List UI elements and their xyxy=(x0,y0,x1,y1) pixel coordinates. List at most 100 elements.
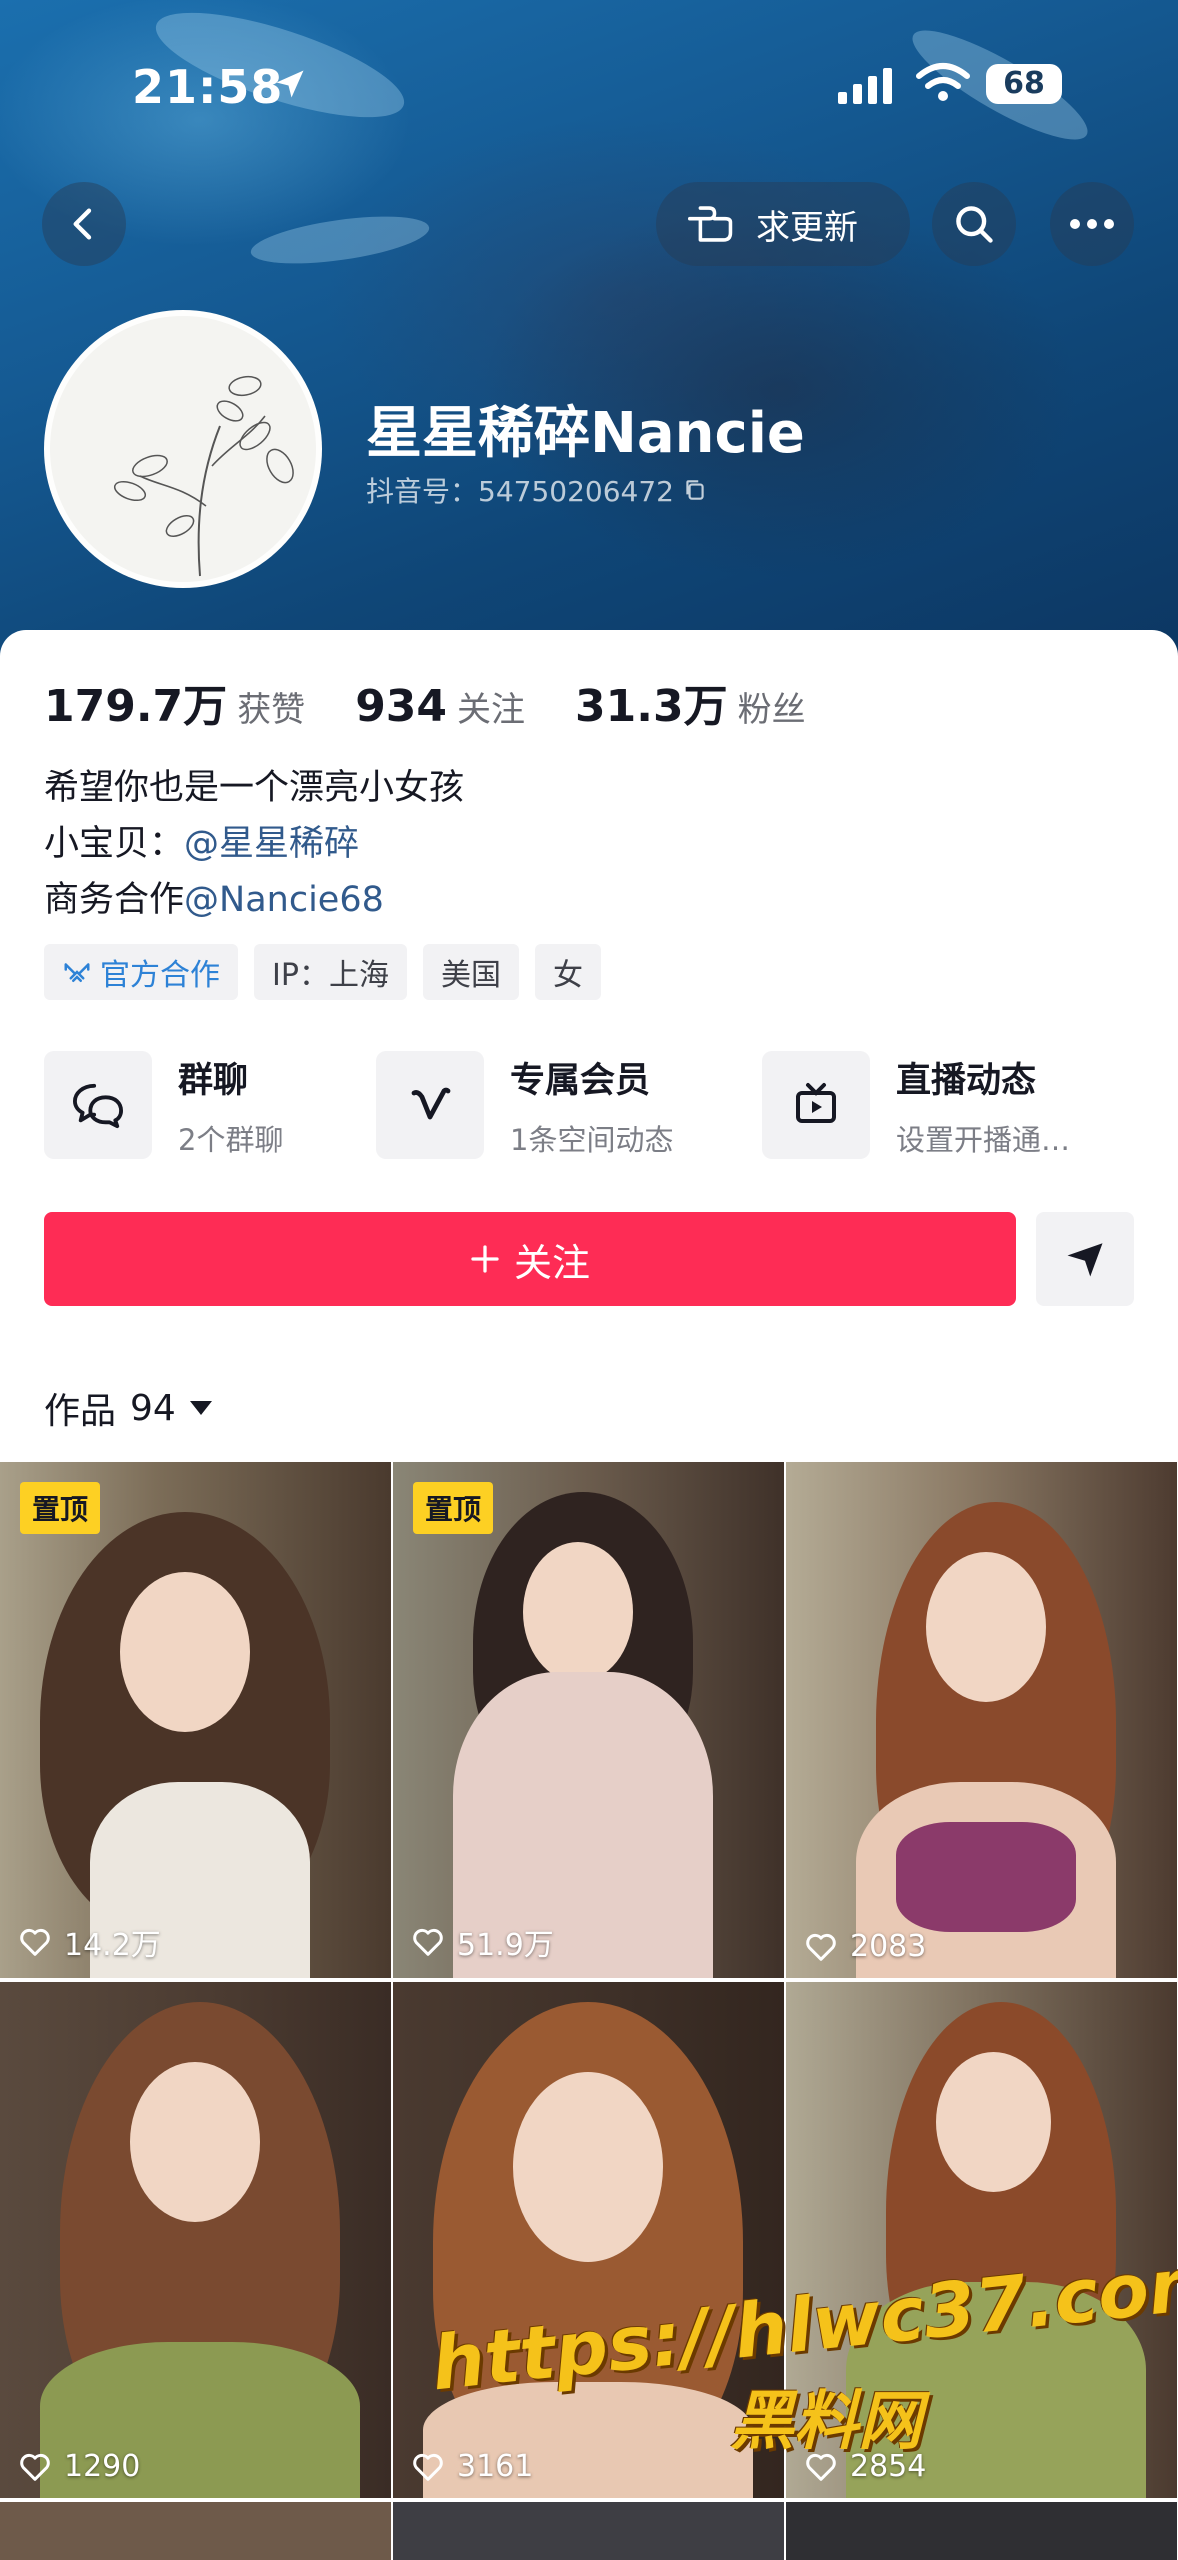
copy-icon[interactable] xyxy=(682,477,708,503)
chevron-left-icon xyxy=(73,208,92,240)
pinned-badge: 置顶 xyxy=(413,1482,494,1534)
douyin-id-text: 抖音号：54750206472 xyxy=(366,475,674,508)
profile-features: 群聊 2个群聊 专属会员 1条空间动态 直播动态 设置开播通… xyxy=(44,1050,1144,1160)
heart-icon xyxy=(806,2453,836,2481)
feature-subtitle: 1条空间动态 xyxy=(510,1122,674,1157)
like-count-text: 51.9万 xyxy=(457,1928,554,1963)
video-tile[interactable]: 1290 xyxy=(0,1982,391,2498)
video-grid: 置顶 14.2万 置顶 51.9万 2083 1290 3161 2854 xyxy=(0,1462,1178,2560)
stat-label: 关注 xyxy=(457,690,526,730)
feature-text: 直播动态 设置开播通… xyxy=(896,1052,1070,1159)
feature-vip-member[interactable]: 专属会员 1条空间动态 xyxy=(376,1050,673,1160)
like-count: 3161 xyxy=(411,2449,533,2484)
pointing-hand-icon xyxy=(688,206,733,242)
feature-subtitle: 2个群聊 xyxy=(178,1122,284,1157)
heart-icon xyxy=(20,1928,50,1956)
bio-text: 商务合作 xyxy=(44,880,185,920)
heart-icon xyxy=(20,2453,50,2481)
follow-button[interactable]: 关注 xyxy=(44,1212,1016,1306)
request-update-label: 求更新 xyxy=(756,207,858,248)
search-icon xyxy=(956,206,993,243)
group-chat-icon xyxy=(44,1051,152,1159)
like-count-text: 1290 xyxy=(64,2449,141,2484)
video-tile[interactable] xyxy=(393,2502,784,2560)
like-count: 14.2万 xyxy=(18,1920,161,1964)
video-tile[interactable]: 2083 xyxy=(786,1462,1177,1978)
like-count-text: 14.2万 xyxy=(64,1928,161,1963)
tag-ip-location: IP：上海 xyxy=(254,944,407,1000)
tag-label: 女 xyxy=(552,958,583,993)
bio-line: 商务合作@Nancie68 xyxy=(44,872,464,928)
tag-label: 美国 xyxy=(440,958,501,993)
video-tile[interactable]: 置顶 14.2万 xyxy=(0,1462,391,1978)
profile-bio: 希望你也是一个漂亮小女孩 小宝贝：@星星稀碎 商务合作@Nancie68 xyxy=(44,760,464,928)
status-time: 21:58 xyxy=(132,60,284,114)
douyin-id[interactable]: 抖音号：54750206472 xyxy=(366,470,708,510)
stat-value: 179.7万 xyxy=(44,681,228,732)
send-icon xyxy=(1067,1243,1103,1277)
feature-group-chat[interactable]: 群聊 2个群聊 xyxy=(44,1050,283,1160)
stat-label: 粉丝 xyxy=(737,690,806,730)
pinned-badge: 置顶 xyxy=(20,1482,101,1534)
like-count: 1290 xyxy=(18,2449,140,2484)
works-count: 94 xyxy=(130,1387,176,1429)
feature-text: 群聊 2个群聊 xyxy=(178,1052,283,1159)
mention-link[interactable]: @星星稀碎 xyxy=(184,824,359,864)
feature-title: 专属会员 xyxy=(510,1060,651,1101)
stat-likes[interactable]: 179.7万 获赞 xyxy=(44,670,305,734)
stat-value: 934 xyxy=(355,681,448,732)
feature-live-updates[interactable]: 直播动态 设置开播通… xyxy=(762,1050,1070,1160)
like-count: 2083 xyxy=(804,1929,926,1964)
search-button[interactable] xyxy=(932,182,1016,266)
back-button[interactable] xyxy=(42,182,126,266)
profile-stats: 179.7万 获赞 934 关注 31.3万 粉丝 xyxy=(44,670,806,734)
request-update-button[interactable]: 求更新 xyxy=(656,182,910,266)
avatar[interactable] xyxy=(44,310,322,588)
feature-text: 专属会员 1条空间动态 xyxy=(510,1052,673,1159)
like-count: 2854 xyxy=(804,2449,926,2484)
tag-official-partner[interactable]: 官方合作 xyxy=(44,944,238,1000)
profile-nickname: 星星稀碎Nancie xyxy=(366,401,805,466)
profile-info-card: 179.7万 获赞 934 关注 31.3万 粉丝 希望你也是一个漂亮小女孩 小… xyxy=(0,630,1178,1460)
wifi-icon xyxy=(916,63,970,101)
cellular-signal-icon xyxy=(838,68,892,104)
video-tile[interactable]: 3161 xyxy=(393,1982,784,2498)
like-count-text: 2083 xyxy=(850,1929,927,1964)
location-arrow-icon xyxy=(276,70,304,98)
plus-icon xyxy=(471,1245,499,1273)
tag-country: 美国 xyxy=(422,944,519,1000)
tag-label: 官方合作 xyxy=(100,958,220,993)
vip-icon xyxy=(376,1051,484,1159)
mention-link[interactable]: @Nancie68 xyxy=(184,880,384,920)
video-tile[interactable] xyxy=(786,2502,1177,2560)
caret-down-icon xyxy=(189,1401,212,1415)
bio-line: 小宝贝：@星星稀碎 xyxy=(44,816,464,872)
like-count-text: 2854 xyxy=(850,2449,927,2484)
like-count-text: 3161 xyxy=(457,2449,534,2484)
heart-icon xyxy=(413,1928,443,1956)
stat-following[interactable]: 934 关注 xyxy=(355,681,525,732)
flower-sketch-image xyxy=(113,375,294,577)
battery-indicator: 68 xyxy=(986,64,1062,104)
handshake-icon xyxy=(64,963,90,982)
tag-gender: 女 xyxy=(534,944,601,1000)
more-dots-icon xyxy=(1070,219,1114,229)
video-tile[interactable]: 置顶 51.9万 xyxy=(393,1462,784,1978)
video-tile[interactable] xyxy=(0,2502,391,2560)
more-button[interactable] xyxy=(1050,182,1134,266)
works-tab[interactable]: 作品 94 xyxy=(44,1382,212,1434)
bio-line: 希望你也是一个漂亮小女孩 xyxy=(44,768,465,808)
tag-label: IP：上海 xyxy=(272,958,389,993)
stat-value: 31.3万 xyxy=(575,681,728,732)
message-button[interactable] xyxy=(1036,1212,1134,1306)
works-label: 作品 xyxy=(44,1391,117,1432)
status-bar: 21:58 68 xyxy=(0,50,1178,120)
follow-label: 关注 xyxy=(513,1240,590,1285)
heart-icon xyxy=(413,2453,443,2481)
feature-subtitle: 设置开播通… xyxy=(896,1122,1071,1157)
video-tile[interactable]: 2854 xyxy=(786,1982,1177,2498)
stat-label: 获赞 xyxy=(237,690,306,730)
stat-followers[interactable]: 31.3万 粉丝 xyxy=(575,670,806,734)
heart-icon xyxy=(806,1933,836,1961)
feature-title: 群聊 xyxy=(178,1060,249,1101)
